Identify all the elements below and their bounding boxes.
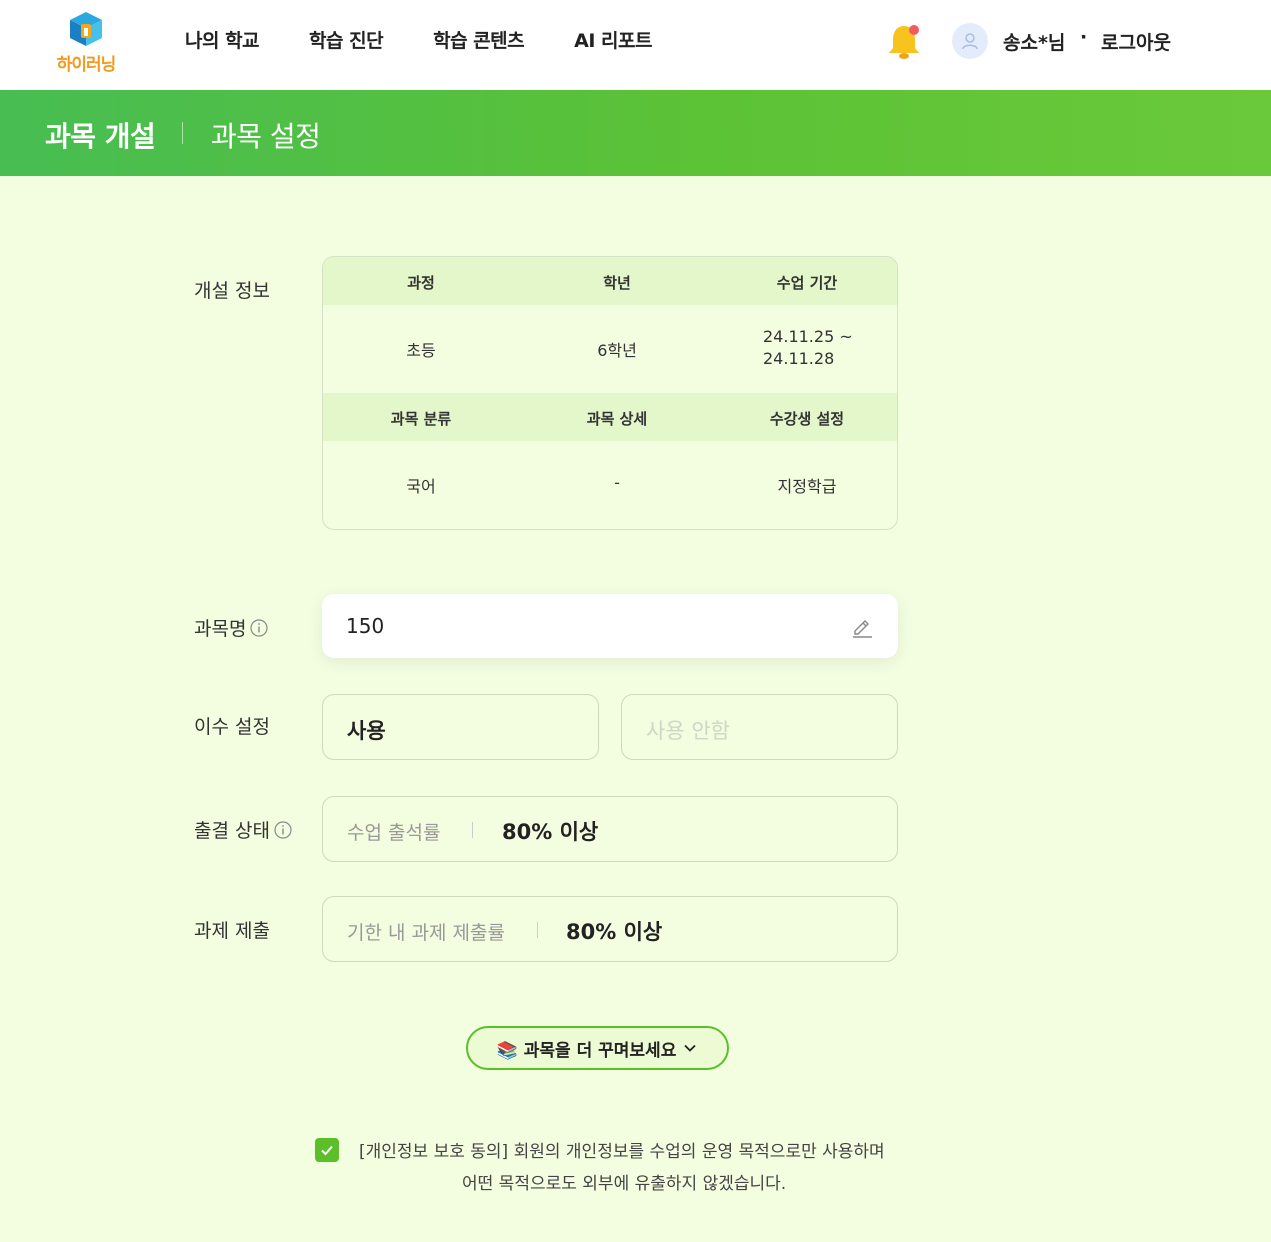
info-icon[interactable] (274, 820, 292, 839)
attendance-value[interactable]: 80% 이상 (502, 816, 598, 846)
user-name: 송소*님 (1003, 32, 1066, 54)
value-grade: 6학년 (597, 341, 637, 360)
pencil-edit-icon[interactable] (850, 614, 874, 638)
assignment-label: 과제 제출 (194, 916, 270, 943)
completion-use-option[interactable]: 사용 (322, 694, 599, 760)
customize-subject-label: 📚 과목을 더 꾸며보세요 (496, 1040, 677, 1061)
main-nav: 나의 학교 학습 진단 학습 콘텐츠 AI 리포트 (185, 26, 702, 53)
value-subject-category: 국어 (406, 477, 436, 496)
course-info-table: 과정 학년 수업 기간 초등 6학년 24.11.25 ~ 24.11.28 과… (322, 256, 898, 530)
consent-text-line1: [개인정보 보호 동의] 회원의 개인정보를 수업의 운영 목적으로만 사용하며 (359, 1142, 885, 1162)
header-student-setting: 수강생 설정 (769, 410, 845, 428)
avatar[interactable] (952, 23, 988, 59)
assignment-value[interactable]: 80% 이상 (566, 916, 662, 946)
header-subject-detail: 과목 상세 (586, 410, 648, 428)
completion-label-text: 이수 설정 (194, 716, 270, 738)
info-label: 개설 정보 (194, 276, 270, 303)
nav-my-school[interactable]: 나의 학교 (185, 26, 260, 53)
logout-link[interactable]: 로그아웃 (1101, 28, 1171, 55)
subject-name-value[interactable]: 150 (346, 614, 384, 638)
attendance-field-label: 수업 출석률 (347, 822, 441, 844)
consent-text-line2: 어떤 목적으로도 외부에 유출하지 않겠습니다. (462, 1174, 787, 1194)
info-icon[interactable] (250, 618, 269, 637)
logo-cube-icon (70, 12, 102, 46)
attendance-label-text: 출결 상태 (194, 820, 270, 842)
privacy-consent-checkbox[interactable] (315, 1138, 339, 1162)
notification-bell-icon[interactable] (886, 22, 922, 62)
completion-no-use-option[interactable]: 사용 안함 (621, 694, 898, 760)
page-banner: 과목 개설 과목 설정 (0, 90, 1271, 176)
value-period: 24.11.25 ~ 24.11.28 (763, 327, 853, 368)
subject-name-label-text: 과목명 (194, 618, 247, 640)
page-subtitle: 과목 설정 (211, 120, 321, 153)
nav-learning-content[interactable]: 학습 콘텐츠 (433, 26, 525, 53)
subject-name-label: 과목명 (194, 614, 269, 641)
nav-ai-report[interactable]: AI 리포트 (574, 26, 652, 53)
logo-text: 하이러닝 (56, 55, 117, 75)
completion-no-use-text: 사용 안함 (646, 719, 730, 743)
header-subject-category: 과목 분류 (390, 410, 452, 428)
header-separator: · (1080, 26, 1088, 48)
nav-learning-diagnosis[interactable]: 학습 진단 (309, 26, 384, 53)
chevron-down-icon (684, 1044, 696, 1052)
value-student-setting: 지정학급 (777, 477, 837, 496)
page-title: 과목 개설 (45, 120, 156, 153)
assignment-field-label: 기한 내 과제 제출률 (347, 922, 505, 944)
check-icon (321, 1145, 333, 1156)
header-course: 과정 (407, 274, 435, 292)
user-icon (962, 33, 978, 50)
value-course: 초등 (406, 341, 436, 360)
field-divider (537, 922, 538, 938)
assignment-field[interactable]: 기한 내 과제 제출률 80% 이상 (322, 896, 898, 962)
customize-subject-button[interactable]: 📚 과목을 더 꾸며보세요 (466, 1026, 729, 1070)
attendance-field[interactable]: 수업 출석률 80% 이상 (322, 796, 898, 862)
banner-divider (182, 122, 183, 144)
top-navigation-bar: 하이러닝 나의 학교 학습 진단 학습 콘텐츠 AI 리포트 송소*님 · 로그… (0, 0, 1271, 90)
completion-label: 이수 설정 (194, 712, 270, 739)
hi-learning-logo[interactable]: 하이러닝 (48, 10, 124, 75)
info-label-text: 개설 정보 (194, 280, 270, 302)
field-divider (472, 822, 473, 838)
completion-use-text: 사용 (347, 719, 386, 743)
header-grade: 학년 (603, 274, 631, 292)
assignment-label-text: 과제 제출 (194, 920, 270, 942)
attendance-label: 출결 상태 (194, 816, 292, 843)
subject-name-input[interactable]: 150 (322, 594, 898, 658)
value-subject-detail: - (614, 473, 620, 492)
header-period: 수업 기간 (776, 274, 838, 292)
